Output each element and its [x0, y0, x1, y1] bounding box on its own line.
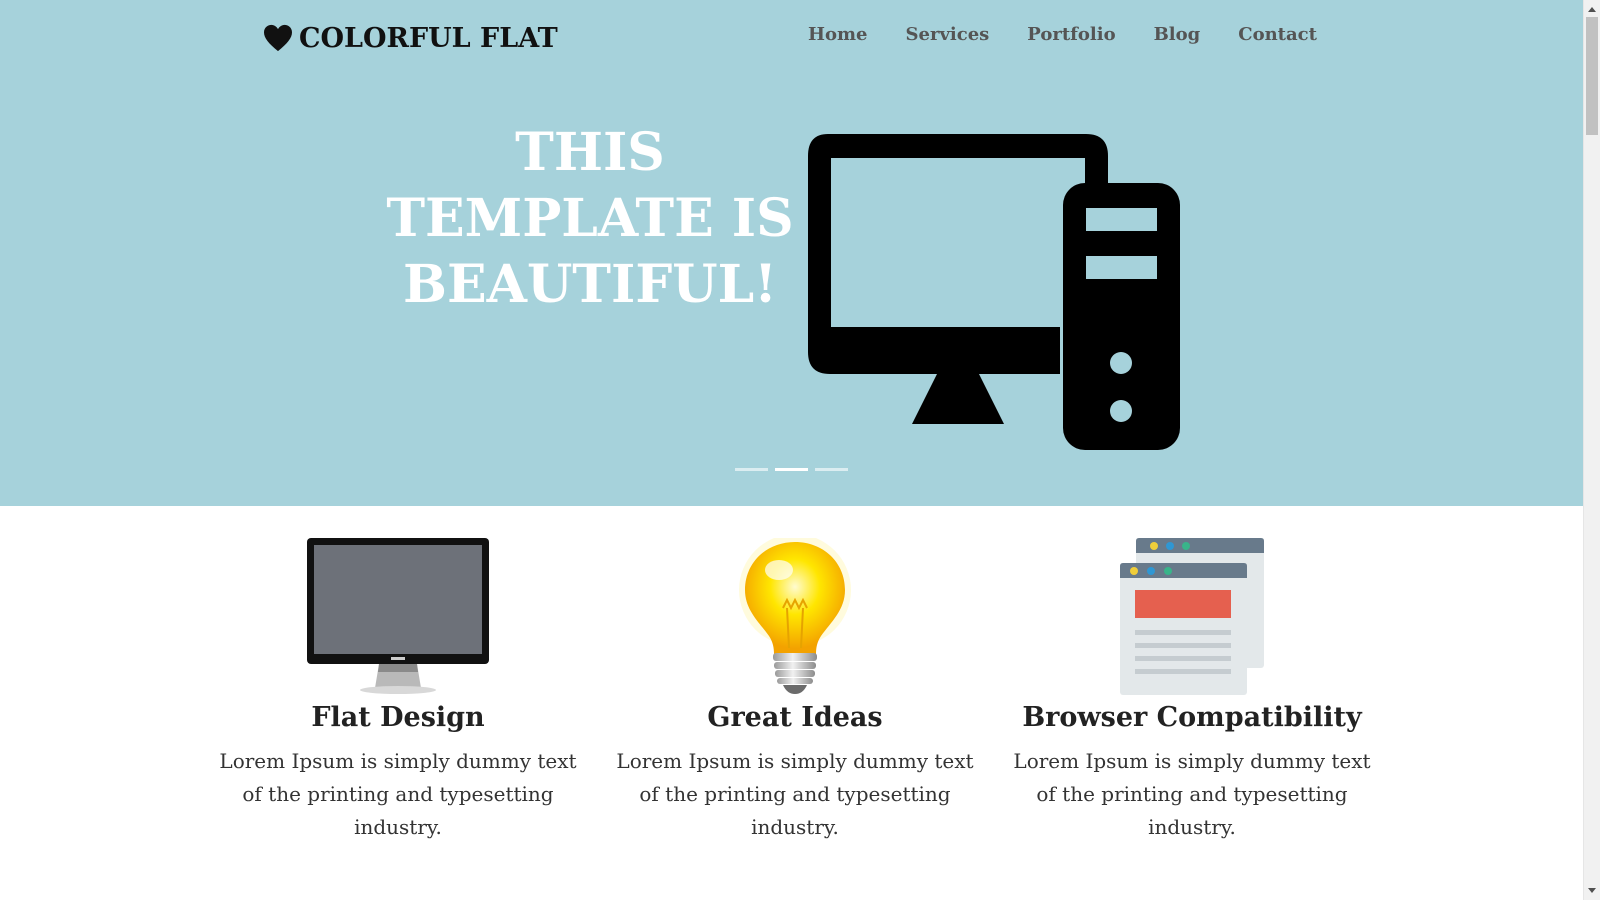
feature-card: Great Ideas Lorem Ipsum is simply dummy … — [597, 538, 993, 844]
features-section: Flat Design Lorem Ipsum is simply dummy … — [200, 538, 1390, 844]
hero-section: COLORFUL FLAT Home Services Portfolio Bl… — [0, 0, 1583, 506]
vertical-scrollbar[interactable] — [1583, 0, 1600, 900]
feature-title: Great Ideas — [707, 702, 883, 733]
nav-item-services[interactable]: Services — [906, 24, 990, 45]
nav-item-blog[interactable]: Blog — [1154, 24, 1201, 45]
nav-item-home[interactable]: Home — [808, 24, 868, 45]
lightbulb-icon — [739, 538, 851, 694]
scroll-down-arrow-icon[interactable] — [1588, 888, 1596, 893]
main-nav: Home Services Portfolio Blog Contact — [808, 24, 1317, 45]
scroll-up-arrow-icon[interactable] — [1588, 7, 1596, 12]
hero-headline: THIS TEMPLATE IS BEAUTIFUL! — [386, 122, 794, 315]
slider-dot-2[interactable] — [775, 468, 808, 471]
nav-item-portfolio[interactable]: Portfolio — [1027, 24, 1115, 45]
page: COLORFUL FLAT Home Services Portfolio Bl… — [0, 0, 1583, 900]
scroll-thumb[interactable] — [1586, 17, 1598, 135]
slider-dots — [735, 468, 848, 471]
feature-text: Lorem Ipsum is simply dummy text of the … — [1013, 749, 1371, 839]
feature-card: Browser Compatibility Lorem Ipsum is sim… — [994, 538, 1390, 844]
feature-text: Lorem Ipsum is simply dummy text of the … — [616, 749, 974, 839]
monitor-icon — [307, 538, 489, 694]
feature-card: Flat Design Lorem Ipsum is simply dummy … — [200, 538, 596, 844]
feature-title: Flat Design — [311, 702, 485, 733]
brand-name: COLORFUL FLAT — [299, 22, 558, 54]
feature-text: Lorem Ipsum is simply dummy text of the … — [219, 749, 577, 839]
heart-icon — [264, 24, 292, 52]
slider-dot-1[interactable] — [735, 468, 768, 471]
feature-title: Browser Compatibility — [1022, 702, 1362, 733]
brand-logo[interactable]: COLORFUL FLAT — [263, 20, 558, 56]
slider-dot-3[interactable] — [815, 468, 848, 471]
browser-windows-icon — [1120, 538, 1264, 695]
desktop-computer-icon — [808, 134, 1180, 450]
nav-item-contact[interactable]: Contact — [1238, 24, 1317, 45]
